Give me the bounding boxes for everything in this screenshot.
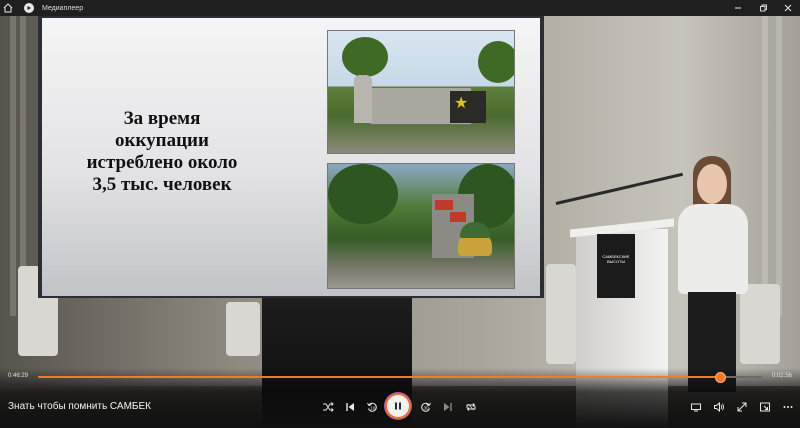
restore-icon[interactable] [750, 0, 775, 16]
rewind-10-icon[interactable]: 10 [364, 399, 380, 415]
shuffle-icon[interactable] [320, 399, 336, 415]
elapsed-time: 0:46:29 [8, 373, 29, 379]
fullscreen-icon[interactable] [734, 399, 750, 415]
video-frame[interactable]: За время оккупации истреблено около 3,5 … [0, 16, 800, 428]
close-icon[interactable] [775, 0, 800, 16]
chair [226, 302, 260, 356]
forward-30-icon[interactable]: 30 [418, 399, 434, 415]
chair [740, 284, 780, 364]
next-icon[interactable] [440, 399, 456, 415]
seek-bar[interactable] [38, 372, 762, 383]
star-icon: ★ [454, 95, 469, 112]
window-title: Медиаплеер [42, 4, 84, 12]
seek-thumb[interactable] [715, 372, 727, 383]
minimize-icon[interactable] [725, 0, 750, 16]
seek-progress [38, 376, 720, 378]
more-icon[interactable] [780, 399, 796, 415]
tree [342, 37, 388, 77]
memorial-plaque [450, 212, 466, 222]
slide-line: оккупации [115, 130, 209, 151]
chair [546, 264, 576, 364]
pause-icon [395, 402, 401, 410]
pause-button[interactable] [387, 395, 409, 417]
cast-icon[interactable] [688, 399, 704, 415]
repeat-icon[interactable] [463, 399, 479, 415]
wall-stripe [762, 16, 768, 316]
podium-logo-text: САМБЕКСКИЕ ВЫСОТЫ [602, 254, 630, 264]
media-title: Знать чтобы помнить САМБЕК [8, 401, 151, 412]
mini-view-icon[interactable] [757, 399, 773, 415]
home-icon[interactable] [0, 0, 16, 16]
media-player-icon [24, 3, 34, 13]
tree [478, 41, 514, 83]
wall-stripe [10, 16, 16, 316]
slide-line: За время [123, 108, 201, 129]
speaker-head [697, 164, 727, 204]
svg-text:10: 10 [370, 406, 376, 411]
memorial-photo-1: ★ [327, 30, 515, 154]
previous-icon[interactable] [342, 399, 358, 415]
slide-line: истреблено около [86, 152, 238, 173]
speaker-blouse [678, 204, 748, 294]
slide-text: За время оккупации истреблено около 3,5 … [62, 108, 262, 196]
memorial-plaque [435, 200, 453, 210]
statue [354, 75, 372, 123]
memorial-photo-2 [327, 163, 515, 289]
podium-logo: САМБЕКСКИЕ ВЫСОТЫ [597, 234, 635, 298]
tree [328, 164, 398, 224]
title-bar: Медиаплеер [0, 0, 800, 16]
presentation-slide: За время оккупации истреблено около 3,5 … [42, 18, 540, 296]
wall-stripe [776, 16, 782, 316]
slide-line: 3,5 тыс. человек [92, 174, 232, 195]
remaining-time: 0:02:56 [771, 373, 792, 379]
volume-icon[interactable] [711, 399, 727, 415]
svg-text:30: 30 [424, 406, 430, 411]
